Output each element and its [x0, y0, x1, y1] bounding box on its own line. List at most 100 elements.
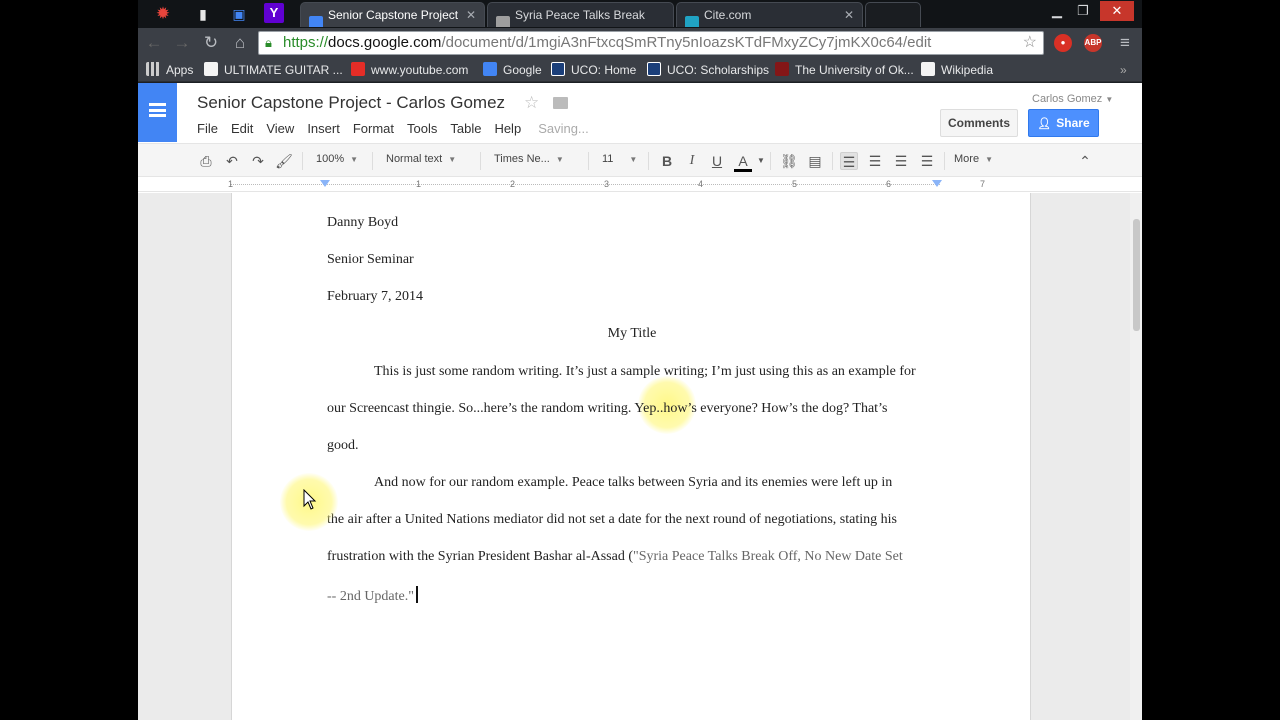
document-title[interactable]: Senior Capstone Project - Carlos Gomez	[197, 93, 505, 113]
address-bar[interactable]: 🔒︎ https://docs.google.com/document/d/1m…	[258, 31, 1044, 55]
left-indent-marker[interactable]	[320, 180, 330, 187]
adblock-plus-icon[interactable]: ABP	[1084, 34, 1102, 52]
bookmark-university-oklahoma[interactable]: The University of Ok...	[775, 62, 914, 78]
paragraph-style-select[interactable]: Normal text ▼	[386, 153, 456, 165]
cite-favicon-icon	[685, 16, 699, 27]
formatting-toolbar: ⎙ ↶ ↷ 🖌︎ 100% ▼ Normal text ▼ Times Ne... ▼…	[138, 143, 1142, 177]
course-line: Senior Seminar	[327, 252, 414, 267]
bookmark-uco-home[interactable]: UCO: Home	[551, 62, 636, 78]
close-window-icon[interactable]: ✕	[1100, 1, 1134, 21]
chevron-down-icon[interactable]: ▼	[752, 152, 770, 170]
align-left-icon[interactable]: ☰	[840, 152, 858, 170]
zoom-select[interactable]: 100% ▼	[316, 153, 358, 165]
account-name-label: Carlos Gomez	[1032, 93, 1103, 105]
document-canvas: Danny Boyd Senior Seminar February 7, 20…	[138, 193, 1142, 720]
bold-button[interactable]: B	[658, 152, 676, 170]
bookmark-label: Apps	[166, 63, 194, 77]
star-document-icon[interactable]: ☆	[524, 93, 539, 113]
tab-cite-com[interactable]: Cite.com ✕	[676, 2, 863, 27]
toolbar-divider	[588, 152, 589, 170]
bookmark-label: Google	[503, 63, 542, 77]
toolbar-divider	[944, 152, 945, 170]
menu-file[interactable]: File	[197, 121, 218, 136]
bookmark-wikipedia[interactable]: Wikipedia	[921, 62, 993, 78]
chevron-down-icon: ▼	[350, 155, 359, 164]
chrome-menu-icon[interactable]: ✹	[152, 3, 174, 25]
pinned-tab-doc-icon[interactable]: ▮	[192, 3, 214, 25]
menu-format[interactable]: Format	[353, 121, 394, 136]
bookmark-youtube[interactable]: www.youtube.com	[351, 62, 468, 78]
undo-icon[interactable]: ↶	[223, 152, 241, 170]
print-icon[interactable]: ⎙	[197, 152, 215, 170]
bookmarks-overflow-icon[interactable]: »	[1120, 62, 1127, 78]
paragraph-line: This is just some random writing. It’s j…	[374, 364, 916, 379]
bookmark-ultimate-guitar[interactable]: ULTIMATE GUITAR ...	[204, 62, 343, 78]
zoom-value: 100%	[316, 153, 345, 165]
screen: ✹ ▮ ▣ Y Senior Capstone Project - ✕ Syri…	[0, 0, 1280, 720]
bookmark-uco-scholarships[interactable]: UCO: Scholarships	[647, 62, 769, 78]
bookmark-apps[interactable]: Apps	[146, 62, 193, 78]
ruler-number: 2	[510, 179, 516, 189]
document-page[interactable]: Danny Boyd Senior Seminar February 7, 20…	[231, 193, 1031, 720]
home-icon[interactable]: ⌂	[229, 32, 251, 54]
paragraph-text: frustration with the Syrian President Ba…	[327, 549, 633, 564]
maximize-icon[interactable]: ❐	[1070, 1, 1096, 21]
menu-help[interactable]: Help	[494, 121, 521, 136]
paint-format-icon[interactable]: 🖌︎	[275, 152, 293, 170]
comments-button[interactable]: Comments	[940, 109, 1018, 137]
redo-icon[interactable]: ↷	[249, 152, 267, 170]
align-center-icon[interactable]: ☰	[866, 152, 884, 170]
menu-tools[interactable]: Tools	[407, 121, 437, 136]
tab-syria-peace-talks[interactable]: Syria Peace Talks Break Of	[487, 2, 674, 27]
bookmark-google[interactable]: Google	[483, 62, 542, 78]
pinned-tab-yahoo-icon[interactable]: Y	[264, 3, 284, 23]
bookmark-star-icon[interactable]: ☆	[1023, 32, 1037, 54]
bookmark-label: Wikipedia	[941, 63, 994, 77]
reload-icon[interactable]: ↻	[200, 32, 222, 54]
paragraph-line: good.	[327, 438, 359, 453]
youtube-icon	[351, 62, 365, 76]
collapse-toolbar-icon[interactable]: ⌃	[1076, 152, 1094, 170]
chevron-down-icon: ▼	[448, 155, 457, 164]
google-docs-favicon-icon	[309, 16, 323, 27]
justify-icon[interactable]: ☰	[918, 152, 936, 170]
chevron-down-icon: ▼	[555, 155, 564, 164]
close-tab-icon[interactable]: ✕	[844, 3, 854, 27]
vertical-scrollbar[interactable]	[1130, 193, 1142, 720]
author-line: Danny Boyd	[327, 215, 399, 230]
move-to-folder-icon[interactable]	[553, 97, 568, 109]
insert-comment-icon[interactable]: ▤	[806, 152, 824, 170]
align-right-icon[interactable]: ☰	[892, 152, 910, 170]
menu-edit[interactable]: Edit	[231, 121, 253, 136]
share-button[interactable]: 👤︎ Share	[1028, 109, 1099, 137]
tab-label: Senior Capstone Project -	[328, 8, 458, 22]
more-button[interactable]: More ▼	[954, 153, 993, 165]
insert-link-icon[interactable]: ⛓︎	[780, 152, 798, 170]
menu-table[interactable]: Table	[450, 121, 481, 136]
minimize-icon[interactable]: ▁	[1044, 1, 1070, 21]
menu-insert[interactable]: Insert	[307, 121, 340, 136]
extension-red-icon[interactable]: ●	[1054, 34, 1072, 52]
font-size-select[interactable]: 11 ▼	[602, 153, 637, 165]
account-name[interactable]: Carlos Gomez ▼	[1032, 93, 1113, 105]
scrollbar-thumb[interactable]	[1133, 219, 1140, 331]
menu-view[interactable]: View	[266, 121, 294, 136]
close-tab-icon[interactable]: ✕	[466, 3, 476, 27]
new-tab-button[interactable]	[865, 2, 921, 27]
tab-label: Cite.com	[704, 8, 752, 22]
chrome-settings-menu-icon[interactable]: ≡	[1114, 32, 1136, 54]
paragraph-line: And now for our random example. Peace ta…	[374, 475, 893, 490]
pinned-tab-docs-icon[interactable]: ▣	[228, 3, 250, 25]
lock-icon: 🔒︎	[265, 35, 272, 50]
back-icon[interactable]: ←	[143, 32, 165, 54]
tab-senior-capstone[interactable]: Senior Capstone Project - ✕	[300, 2, 485, 27]
right-indent-marker[interactable]	[932, 180, 942, 187]
forward-icon[interactable]: →	[171, 32, 193, 54]
bookmark-label: www.youtube.com	[371, 63, 469, 77]
italic-button[interactable]: I	[683, 152, 701, 170]
underline-button[interactable]: U	[708, 152, 726, 170]
text-color-button[interactable]: A	[734, 152, 752, 172]
docs-home-logo-icon[interactable]	[138, 83, 177, 142]
font-select[interactable]: Times Ne... ▼	[494, 153, 564, 165]
news-favicon-icon	[496, 16, 510, 27]
